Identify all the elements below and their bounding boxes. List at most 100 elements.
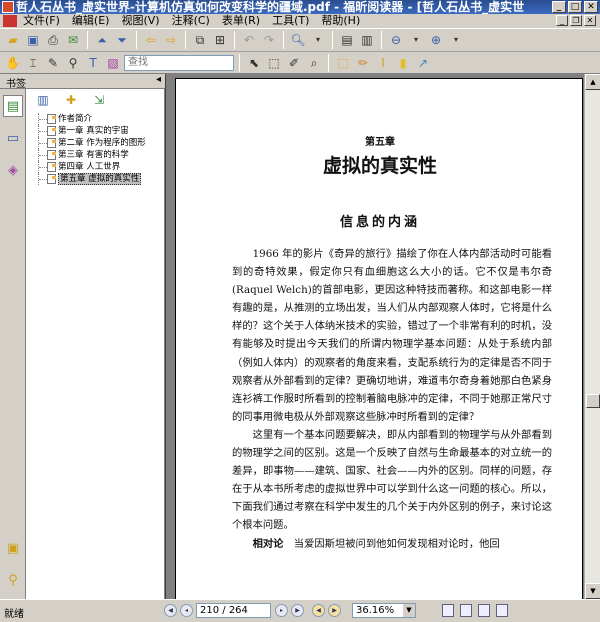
insert-pages-icon[interactable]: ⊞: [211, 31, 229, 49]
save-icon[interactable]: ▣: [24, 31, 42, 49]
zoom-dropdown-icon[interactable]: ▾: [309, 31, 327, 49]
continuous-view-icon[interactable]: [460, 604, 472, 617]
bookmark-item[interactable]: 第三章 有害的科学: [26, 149, 165, 161]
bookmark-item[interactable]: 第一章 真实的宇宙: [26, 125, 165, 137]
search-input[interactable]: [124, 54, 234, 71]
collapse-sidebar-icon[interactable]: ◂: [156, 74, 161, 85]
menu-edit[interactable]: 编辑(E): [66, 14, 116, 28]
extract-pages-icon[interactable]: ⧉: [191, 31, 209, 49]
menu-form[interactable]: 表单(R): [216, 14, 266, 28]
document-icon[interactable]: [3, 15, 17, 27]
highlight-icon[interactable]: ⬚: [334, 54, 352, 72]
maximize-button[interactable]: □: [568, 1, 582, 13]
single-page-view-icon[interactable]: [442, 604, 454, 617]
menu-tools[interactable]: 工具(T): [266, 14, 315, 28]
bookmark-item[interactable]: 作者简介: [26, 113, 165, 125]
separator: [87, 31, 88, 49]
go-forward-icon[interactable]: ▶: [328, 604, 341, 617]
bookmarks-tab-icon[interactable]: ▤: [3, 95, 23, 117]
first-page-icon[interactable]: ◀: [164, 604, 177, 617]
zoom-select[interactable]: 36.16% ▼: [352, 603, 416, 618]
vertical-scrollbar[interactable]: ▲ ▼: [584, 74, 600, 599]
continuous-facing-view-icon[interactable]: [496, 604, 508, 617]
doc-restore-button[interactable]: ❐: [570, 15, 582, 26]
sidebar-header: 书签 ◂: [0, 74, 165, 90]
print-icon[interactable]: ⎙: [44, 31, 62, 49]
add-bookmark-icon[interactable]: ✚: [62, 91, 80, 109]
doc-minimize-button[interactable]: _: [556, 15, 568, 26]
tools-toolbar: ✋ ⌶ ✎ ⚲ T ▧ ⬉ ⬚ ✐ ⌕ ⬚ ✏ Ⅰ ▮ ↗: [0, 52, 600, 74]
email-icon[interactable]: ✉: [64, 31, 82, 49]
search-doc-icon[interactable]: ⌕: [305, 54, 323, 72]
prev-page-icon[interactable]: ◂: [180, 604, 193, 617]
paragraph: 1966 年的影片《奇异的旅行》描绘了你在人体内部活动时可能看到的奇特效果，假定…: [232, 248, 552, 423]
back-icon[interactable]: ⇦: [142, 31, 160, 49]
zoom-dropdown-arrow-icon[interactable]: ▼: [403, 604, 415, 617]
next-page-nav-icon[interactable]: ▸: [275, 604, 288, 617]
snapshot-icon[interactable]: ✎: [44, 54, 62, 72]
bookmark-icon: [47, 138, 56, 148]
subheading: 相对论: [252, 537, 284, 550]
last-page-icon[interactable]: ▶: [291, 604, 304, 617]
zoom-out-icon[interactable]: ⊖: [387, 31, 405, 49]
select-tool-icon[interactable]: ⬉: [245, 54, 263, 72]
zoom-icon[interactable]: 🔍︎: [289, 31, 307, 49]
menu-view[interactable]: 视图(V): [115, 14, 165, 28]
paragraph: 相对论 当爱因斯坦被问到他如何发现相对论时，他回: [232, 535, 552, 553]
marquee-icon[interactable]: ⬚: [265, 54, 283, 72]
attachments-tab-icon[interactable]: ⚲: [3, 569, 23, 591]
close-button[interactable]: ✕: [584, 1, 598, 13]
comments-tab-icon[interactable]: ▣: [3, 537, 23, 559]
body-text: 1966 年的影片《奇异的旅行》描绘了你在人体内部活动时可能看到的奇特效果，假定…: [232, 245, 552, 553]
previous-page-icon[interactable]: ⏶: [93, 31, 111, 49]
doc-close-button[interactable]: ✕: [584, 15, 596, 26]
menu-file[interactable]: 文件(F): [17, 14, 66, 28]
find-icon[interactable]: ⚲: [64, 54, 82, 72]
image-tool-icon[interactable]: ▧: [104, 54, 122, 72]
fit-page-icon[interactable]: ▤: [338, 31, 356, 49]
separator: [283, 31, 284, 49]
menu-help[interactable]: 帮助(H): [315, 14, 366, 28]
go-back-icon[interactable]: ◀: [312, 604, 325, 617]
menu-comment[interactable]: 注释(C): [166, 14, 216, 28]
bookmark-item[interactable]: 第四章 人工世界: [26, 161, 165, 173]
separator: [239, 53, 240, 72]
pencil-icon[interactable]: ✏: [354, 54, 372, 72]
annotation-icon[interactable]: ✐: [285, 54, 303, 72]
hand-tool-icon[interactable]: ✋: [4, 54, 22, 72]
fit-width-icon[interactable]: ▥: [358, 31, 376, 49]
paragraph: 这里有一个基本问题要解决，即从内部看到的物理学与从外部看到的物理学之间的区别。这…: [232, 428, 552, 532]
forward-icon[interactable]: ⇨: [162, 31, 180, 49]
note-icon[interactable]: ▮: [394, 54, 412, 72]
open-icon[interactable]: ▰: [4, 31, 22, 49]
pages-tab-icon[interactable]: ▭: [3, 127, 23, 149]
layers-tab-icon[interactable]: ◈: [3, 159, 23, 181]
text-tool-icon[interactable]: T: [84, 54, 102, 72]
expand-bookmark-icon[interactable]: ⇲: [90, 91, 108, 109]
facing-view-icon[interactable]: [478, 604, 490, 617]
bookmark-item[interactable]: 第二章 作为程序的图形: [26, 137, 165, 149]
zoom-in-icon[interactable]: ⊕: [427, 31, 445, 49]
zoom-in-dropdown-icon[interactable]: ▾: [447, 31, 465, 49]
redo-icon[interactable]: ↷: [260, 31, 278, 49]
scroll-down-icon[interactable]: ▼: [585, 583, 600, 599]
zoom-value: 36.16%: [356, 605, 395, 616]
next-page-icon[interactable]: ⏷: [113, 31, 131, 49]
bookmark-icon: [47, 174, 56, 184]
delete-bookmark-icon[interactable]: ▥: [34, 91, 52, 109]
bookmarks-toolbar: ▥ ✚ ⇲: [26, 89, 165, 111]
scroll-up-icon[interactable]: ▲: [585, 74, 600, 90]
scroll-thumb[interactable]: [586, 394, 600, 408]
undo-icon[interactable]: ↶: [240, 31, 258, 49]
separator: [328, 53, 329, 72]
minimize-button[interactable]: _: [552, 1, 566, 13]
zoom-out-dropdown-icon[interactable]: ▾: [407, 31, 425, 49]
page-number-input[interactable]: 210 / 264: [196, 603, 271, 618]
select-text-icon[interactable]: ⌶: [24, 54, 42, 72]
pdf-page[interactable]: 第五章 虚拟的真实性 信息的内涵 1966 年的影片《奇异的旅行》描绘了你在人体…: [175, 78, 583, 608]
app-icon[interactable]: [2, 1, 14, 13]
bookmark-item-selected[interactable]: 第五章 虚拟的真实性: [26, 173, 165, 185]
document-view[interactable]: 第五章 虚拟的真实性 信息的内涵 1966 年的影片《奇异的旅行》描绘了你在人体…: [165, 74, 600, 608]
arrow-icon[interactable]: ↗: [414, 54, 432, 72]
typewriter-icon[interactable]: Ⅰ: [374, 54, 392, 72]
